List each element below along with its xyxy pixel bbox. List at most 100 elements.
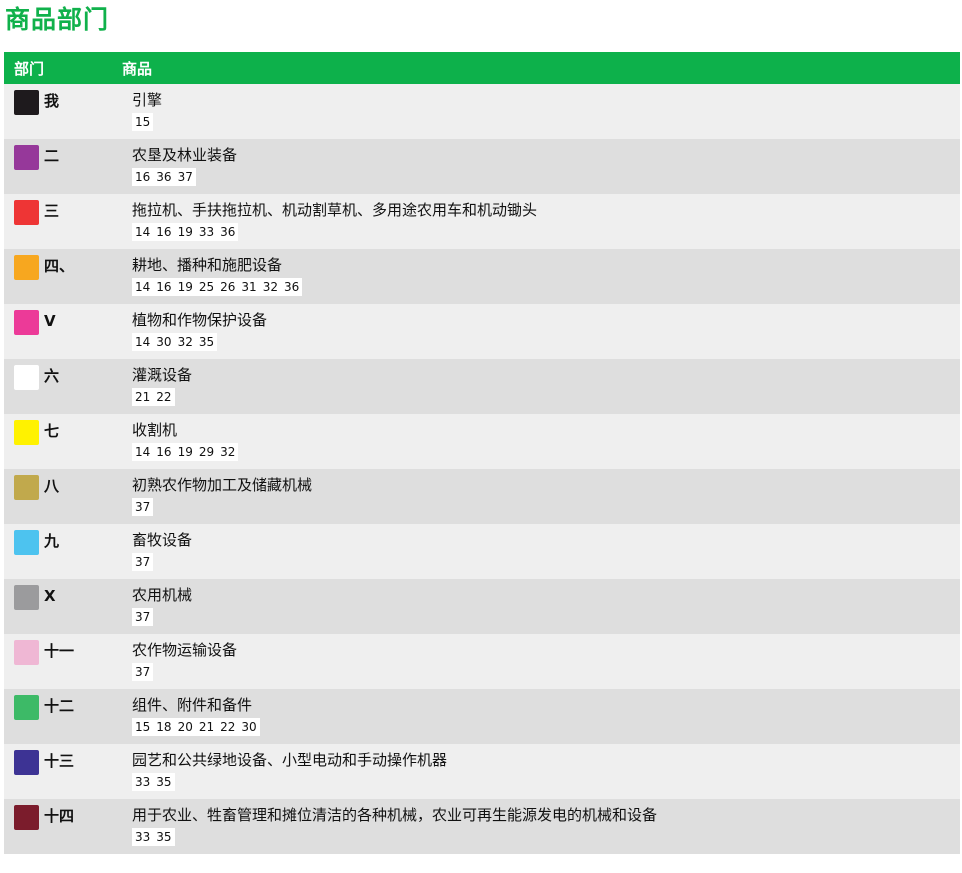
department-color-swatch — [14, 750, 39, 775]
department-label: 八 — [44, 477, 60, 495]
code-badge: 35 — [153, 773, 175, 791]
code-badge: 33 — [132, 828, 154, 846]
department-label: 十四 — [44, 807, 75, 825]
table-row: 十二 组件、附件和备件 15 18 20 21 22 30 — [4, 689, 960, 744]
code-list: 37 — [132, 498, 960, 516]
table-body: 我 引擎 15 二农垦及林业装备 16 36 37 三 拖拉机、手扶拖拉机、机动割草机、多用途农… — [4, 84, 960, 854]
department-label: 十二 — [44, 697, 75, 715]
code-list: 37 — [132, 608, 960, 626]
table-row: 七 收割机 14 16 19 29 32 — [4, 414, 960, 469]
department-cell: X — [4, 579, 132, 634]
code-badge: 16 — [132, 168, 154, 186]
goods-title: 园艺和公共绿地设备、小型电动和手动操作机器 — [132, 751, 448, 769]
table-row: 四、 耕地、播种和施肥设备 14 16 19 25 26 31 32 36 — [4, 249, 960, 304]
table-row: 我 引擎 15 — [4, 84, 960, 139]
code-badge: 16 — [153, 443, 175, 461]
code-badge: 14 — [132, 278, 154, 296]
department-label: V — [44, 312, 56, 330]
department-label: 七 — [44, 422, 60, 440]
department-cell: 十三 — [4, 744, 132, 799]
goods-title: 畜牧设备 — [132, 531, 193, 549]
code-badge: 32 — [174, 333, 196, 351]
department-label: 六 — [44, 367, 60, 385]
goods-title: 耕地、播种和施肥设备 — [132, 256, 283, 274]
goods-title: 农用机械 — [132, 586, 193, 604]
table-row: 九 畜牧设备 37 — [4, 524, 960, 579]
goods-title: 拖拉机、手扶拖拉机、机动割草机、多用途农用车和机动锄头 — [132, 201, 538, 219]
code-badge: 19 — [174, 223, 196, 241]
department-label: 十三 — [44, 752, 75, 770]
department-color-swatch — [14, 585, 39, 610]
code-badge: 19 — [174, 443, 196, 461]
code-badge: 33 — [195, 223, 218, 241]
department-cell: V — [4, 304, 132, 359]
code-badge: 32 — [217, 443, 239, 461]
code-badge: 20 — [174, 718, 196, 736]
header-goods: 商品 — [122, 59, 153, 78]
code-badge: 21 — [195, 718, 218, 736]
code-list: 15 — [132, 113, 960, 131]
code-badge: 14 — [132, 223, 154, 241]
code-badge: 22 — [217, 718, 239, 736]
code-badge: 37 — [132, 498, 154, 516]
goods-title: 植物和作物保护设备 — [132, 311, 268, 329]
goods-cell: 农作物运输设备 37 — [132, 634, 960, 689]
goods-cell: 灌溉设备 21 22 — [132, 359, 960, 414]
department-label: 我 — [44, 92, 60, 110]
department-color-swatch — [14, 420, 39, 445]
code-badge: 37 — [132, 553, 154, 571]
goods-title: 用于农业、牲畜管理和摊位清洁的各种机械，农业可再生能源发电的机械和设备 — [132, 806, 658, 824]
department-cell: 四、 — [4, 249, 132, 304]
code-badge: 36 — [217, 223, 239, 241]
department-cell: 九 — [4, 524, 132, 579]
department-label: X — [44, 587, 56, 605]
code-list: 14 16 19 29 32 — [132, 443, 960, 461]
goods-cell: 初熟农作物加工及储藏机械 37 — [132, 469, 960, 524]
department-label: 三 — [44, 202, 60, 220]
department-label: 九 — [44, 532, 60, 550]
goods-title: 收割机 — [132, 421, 178, 439]
table-header: 部门 商品 — [4, 52, 960, 84]
code-badge: 14 — [132, 333, 154, 351]
goods-cell: 耕地、播种和施肥设备 14 16 19 25 26 31 32 36 — [132, 249, 960, 304]
department-color-swatch — [14, 805, 39, 830]
code-list: 37 — [132, 663, 960, 681]
department-cell: 八 — [4, 469, 132, 524]
code-badge: 15 — [132, 113, 154, 131]
goods-cell: 植物和作物保护设备 14 30 32 35 — [132, 304, 960, 359]
department-cell: 二 — [4, 139, 132, 194]
code-badge: 33 — [132, 773, 154, 791]
department-color-swatch — [14, 695, 39, 720]
goods-cell: 引擎 15 — [132, 84, 960, 139]
department-cell: 十一 — [4, 634, 132, 689]
table-row: 三 拖拉机、手扶拖拉机、机动割草机、多用途农用车和机动锄头 14 16 19 33 36 — [4, 194, 960, 249]
code-badge: 29 — [195, 443, 218, 461]
goods-cell: 园艺和公共绿地设备、小型电动和手动操作机器 33 35 — [132, 744, 960, 799]
code-badge: 30 — [153, 333, 175, 351]
code-badge: 37 — [132, 663, 154, 681]
department-color-swatch — [14, 365, 39, 390]
department-label: 十一 — [44, 642, 75, 660]
goods-cell: 畜牧设备 37 — [132, 524, 960, 579]
code-badge: 16 — [153, 223, 175, 241]
code-badge: 19 — [174, 278, 196, 296]
goods-cell: 收割机 14 16 19 29 32 — [132, 414, 960, 469]
code-badge: 31 — [238, 278, 260, 296]
department-color-swatch — [14, 475, 39, 500]
department-color-swatch — [14, 310, 39, 335]
goods-title: 农垦及林业装备 — [132, 146, 238, 164]
goods-title: 初熟农作物加工及储藏机械 — [132, 476, 313, 494]
table-row: V 植物和作物保护设备 14 30 32 35 — [4, 304, 960, 359]
department-color-swatch — [14, 640, 39, 665]
goods-cell: 组件、附件和备件 15 18 20 21 22 30 — [132, 689, 960, 744]
code-list: 15 18 20 21 22 30 — [132, 718, 960, 736]
code-badge: 36 — [280, 278, 303, 296]
code-badge: 21 — [132, 388, 154, 406]
code-badge: 16 — [153, 278, 175, 296]
department-cell: 七 — [4, 414, 132, 469]
code-badge: 35 — [153, 828, 175, 846]
goods-cell: 用于农业、牲畜管理和摊位清洁的各种机械，农业可再生能源发电的机械和设备 33 35 — [132, 799, 960, 854]
goods-cell: 农垦及林业装备 16 36 37 — [132, 139, 960, 194]
table-row: X 农用机械 37 — [4, 579, 960, 634]
department-cell: 三 — [4, 194, 132, 249]
